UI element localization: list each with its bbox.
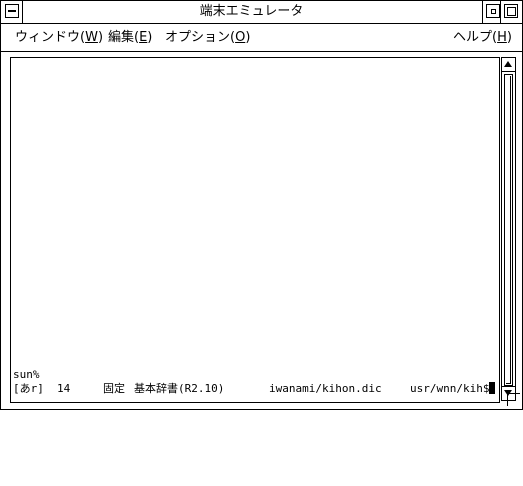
dict-path: usr/wnn/kih$ [410,382,496,395]
dict-type: 固定 [103,382,125,395]
resize-grip-icon[interactable] [507,393,520,406]
input-method-status-line: [あr] 14 固定 基本辞書(R2.10) iwanami/kihon.dic… [13,382,497,486]
terminal-area[interactable]: sun% [あr] 14 固定 基本辞書(R2.10) iwanami/kiho… [13,59,497,399]
menu-edit-close: ) [147,30,153,45]
terminal-window: 端末エミュレータ ウィンドウ(W) 編集(E) オプション(O) ヘルプ(H) … [0,0,523,410]
menu-window-close: ) [97,30,104,45]
title-divider [500,1,501,23]
menu-help-mnemonic: H [497,30,507,45]
title-bar[interactable]: 端末エミュレータ [1,1,522,24]
menu-options[interactable]: オプション(O) [165,30,250,46]
dict-name: 基本辞書(R2.10) [134,382,225,395]
menu-help-label: ヘルプ( [453,30,498,45]
menu-edit[interactable]: 編集(E) [108,30,152,46]
ime-mode: [あr] [13,382,44,395]
menu-bar: ウィンドウ(W) 編集(E) オプション(O) ヘルプ(H) [1,24,522,52]
menu-window-mnemonic: W [85,30,98,45]
menu-help-close: ) [506,30,512,45]
ime-count: 14 [57,382,71,395]
menu-options-close: ) [245,30,251,45]
menu-options-mnemonic: O [235,30,246,45]
scroll-up-icon[interactable] [502,58,515,72]
dict-path-text: usr/wnn/kih$ [410,382,490,395]
title-divider [482,1,483,23]
menu-window-label: ウィンドウ( [15,30,86,45]
menu-options-label: オプション( [165,30,236,45]
window-menu-icon[interactable] [5,4,19,18]
menu-window[interactable]: ウィンドウ(W) [15,30,103,46]
window-title: 端末エミュレータ [199,4,304,19]
text-cursor [489,382,496,394]
menu-edit-label: 編集( [108,30,140,45]
vertical-scrollbar[interactable] [501,57,516,401]
maximize-icon[interactable] [504,4,518,18]
scroll-thumb[interactable] [504,74,513,386]
shell-prompt: sun% [13,368,40,381]
menu-help[interactable]: ヘルプ(H) [453,30,512,46]
dict-file: iwanami/kihon.dic [269,382,382,395]
minimize-icon[interactable] [486,4,500,18]
